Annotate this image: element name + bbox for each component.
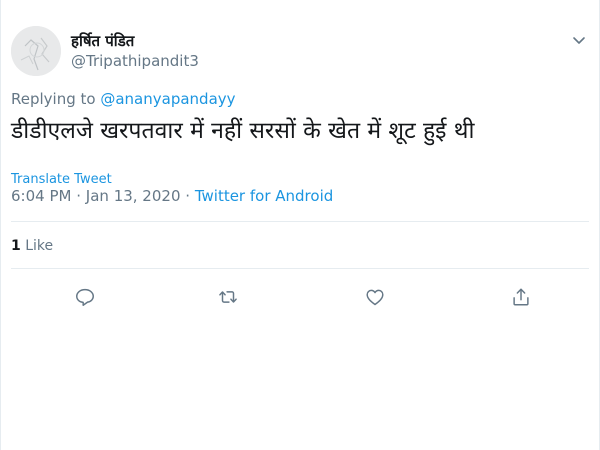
avatar[interactable] xyxy=(11,26,61,76)
divider xyxy=(11,268,589,269)
likes-count: 1 xyxy=(11,238,21,254)
tweet-time[interactable]: 6:04 PM xyxy=(11,187,71,205)
translate-tweet-link[interactable]: Translate Tweet xyxy=(11,172,112,187)
replying-to-prefix: Replying to xyxy=(11,90,96,108)
reply-mention-link[interactable]: @ananyapandayy xyxy=(100,90,235,108)
meta-separator: · xyxy=(185,187,191,205)
heart-icon[interactable] xyxy=(364,286,388,310)
author-handle[interactable]: @Tripathipandit3 xyxy=(71,52,199,70)
divider xyxy=(11,221,589,222)
likes-stat[interactable]: 1 Like xyxy=(11,238,53,254)
likes-label: Like xyxy=(25,238,54,254)
tweet-text: डीडीएलजे खरपतवार में नहीं सरसों के खेत म… xyxy=(11,118,475,144)
meta-separator: · xyxy=(76,187,82,205)
tweet-card: हर्षित पंडित @Tripathipandit3 Replying t… xyxy=(0,0,600,450)
tweet-source-link[interactable]: Twitter for Android xyxy=(195,187,333,205)
retweet-icon[interactable] xyxy=(217,286,241,310)
avatar-image xyxy=(11,26,61,76)
author-display-name[interactable]: हर्षित पंडित xyxy=(71,31,134,51)
reply-icon[interactable] xyxy=(74,286,98,310)
share-icon[interactable] xyxy=(510,286,534,310)
tweet-date[interactable]: Jan 13, 2020 xyxy=(86,187,181,205)
replying-to: Replying to @ananyapandayy xyxy=(11,90,236,108)
chevron-down-icon[interactable] xyxy=(569,30,589,50)
tweet-meta: 6:04 PM · Jan 13, 2020 · Twitter for And… xyxy=(11,187,333,205)
